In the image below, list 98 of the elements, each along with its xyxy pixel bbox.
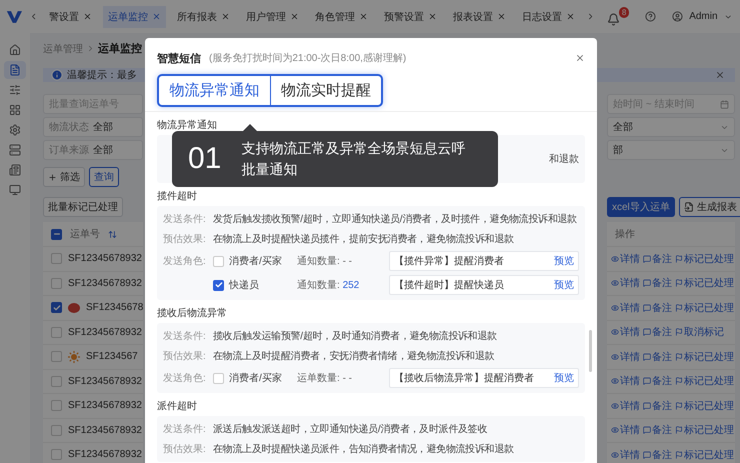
field-label: 发送条件: (163, 213, 207, 226)
role-label: 消费者/买家 (229, 254, 282, 268)
row-action-link[interactable]: 标记已处理 (675, 300, 734, 315)
field-text: 派送后触发派送超时，立即通知快递员/消费者，及时派件及签收 (213, 422, 488, 436)
row-action-link[interactable]: 详情 (611, 448, 640, 462)
notice-text: 温馨提示：最多 (67, 68, 138, 82)
row-action-link[interactable]: 详情 (611, 350, 640, 364)
page-tab[interactable]: 警设置 (44, 6, 98, 28)
count-text: 通知数量: 252 (297, 278, 360, 292)
field-text: 在物流上及时提醒快递员派件，告知消费者情况，避免物流投诉和退款 (213, 442, 514, 456)
waybill-cell: SF12345678932 (68, 449, 142, 460)
preview-link[interactable]: 预览 (554, 254, 574, 268)
waybill-cell: SF12345678932 (68, 376, 142, 387)
breadcrumb-item[interactable]: 运单管理 (43, 42, 83, 56)
row-action-link[interactable]: 备注 (643, 448, 672, 462)
batch-button[interactable]: 批量标记已处理 (43, 197, 123, 217)
dialog-title: 智慧短信 (157, 52, 201, 66)
row-action-link[interactable]: 标记已处理 (675, 423, 734, 438)
field-text: 发货后触发揽收预警/超时，立即通知快递员/消费者，及时揽件，避免物流投诉和退款 (213, 212, 577, 226)
row-action-link[interactable]: 备注 (643, 398, 672, 413)
row-action-link[interactable]: 标记已处理 (675, 350, 734, 364)
row-action-link[interactable]: 备注 (643, 300, 672, 315)
report-button[interactable]: 生成报表 (678, 197, 740, 217)
waybill-cell: SF12345678932 (68, 424, 142, 436)
page-tab[interactable]: 用户管理 (241, 6, 304, 28)
section-title: 揽收后物流异常 (157, 306, 227, 320)
template-field[interactable]: 【揽收后物流异常】提醒消费者 预览 (389, 368, 579, 388)
select-field[interactable]: 全部 (607, 117, 735, 137)
select-field[interactable]: 物流状态 全部 (43, 117, 143, 137)
filter-button[interactable]: 筛选 (43, 167, 85, 187)
row-action-link[interactable]: 标记已处理 (675, 448, 734, 462)
waybill-cell: SF12345678932 (68, 253, 142, 264)
row-action-link[interactable]: 标记已处理 (675, 374, 734, 388)
tooltip-number: 01 (188, 142, 222, 176)
query-button[interactable]: 查询 (89, 167, 119, 187)
preview-link[interactable]: 预览 (554, 371, 574, 385)
dialog-tab[interactable]: 物流异常通知 (159, 76, 270, 105)
field-label: 发送角色: (163, 255, 207, 268)
row-action-link[interactable]: 详情 (611, 300, 640, 315)
field-label: 发送条件: (163, 330, 207, 343)
row-action-link[interactable]: 详情 (611, 252, 640, 266)
role-label: 快递员 (229, 278, 259, 292)
template-field[interactable]: 【揽件异常】提醒消费者 预览 (389, 251, 579, 271)
waybill-cell: SF1234567 (86, 351, 138, 362)
dialog-tab[interactable]: 物流实时提醒 (270, 76, 381, 105)
waybill-cell: SF12345678932 (68, 326, 142, 338)
notification-button[interactable]: 8 (607, 7, 630, 26)
field-label: 预估效果: (163, 443, 207, 456)
page-tab[interactable]: 所有报表 (172, 6, 236, 28)
row-action-link[interactable]: 详情 (611, 398, 640, 413)
section-title: 揽件超时 (157, 190, 197, 203)
field-text: 揽收后触发运输预警/超时，及时通知消费者，避免物流投诉和退款 (213, 330, 497, 343)
column-header: 运单号 (70, 228, 100, 241)
user-name[interactable]: Admin (689, 11, 718, 22)
row-action-link[interactable]: 备注 (643, 252, 672, 266)
field-text: 在物流上及时提醒消费者，安抚消费者情绪，避免物流投诉和退款 (213, 350, 494, 363)
dialog-note: (服务免打扰时间为21:00-次日8:00,感谢理解) (209, 52, 408, 65)
page-tab[interactable]: 报表设置 (448, 6, 512, 28)
page-tab[interactable]: 运单监控 (103, 6, 166, 28)
field-text: 在物流上及时提醒快递员揽件，提前安抚消费者，避免物流投诉和退款 (213, 232, 514, 246)
count-text: 通知数量: - - (297, 254, 354, 268)
select-field[interactable]: 部 (607, 140, 735, 160)
condition-text: 和退款 (549, 152, 579, 166)
column-header: 操作 (615, 228, 635, 241)
field-label: 预估效果: (163, 350, 207, 363)
breadcrumb-item: 运单监控 (98, 42, 142, 56)
section-title: 派件超时 (157, 400, 197, 413)
waybill-cell: SF12345678 (86, 302, 144, 314)
page-tab[interactable]: 日志设置 (517, 6, 580, 28)
role-label: 消费者/买家 (229, 372, 282, 385)
row-action-link[interactable]: 备注 (643, 423, 672, 438)
waybill-cell: SF12345678932 (68, 278, 142, 289)
field-label: 发送角色: (163, 372, 207, 385)
row-action-link[interactable]: 取消标记 (675, 325, 724, 340)
field-label: 预估效果: (163, 233, 207, 246)
waybill-cell: SF12345678932 (68, 400, 142, 412)
row-action-link[interactable]: 详情 (611, 423, 640, 438)
row-action-link[interactable]: 备注 (643, 374, 672, 388)
row-action-link[interactable]: 备注 (643, 276, 672, 290)
row-action-link[interactable]: 标记已处理 (675, 398, 734, 413)
field-label: 发送条件: (163, 423, 207, 436)
tooltip-text: 支持物流正常及异常全场景短息云呼批量通知 (241, 139, 466, 179)
page-tab[interactable]: 预警设置 (379, 6, 442, 28)
page-tab[interactable]: 角色管理 (310, 6, 374, 28)
row-action-link[interactable]: 标记已处理 (675, 252, 734, 266)
count-text: 运单数量: - - (297, 372, 354, 385)
template-field[interactable]: 【揽件超时】提醒快递员 预览 (389, 275, 579, 295)
import-button[interactable]: xcel导入运单 (607, 197, 675, 217)
row-action-link[interactable]: 详情 (611, 325, 640, 340)
preview-link[interactable]: 预览 (554, 278, 574, 292)
row-action-link[interactable]: 详情 (611, 374, 640, 388)
select-field[interactable]: 订单来源 全部 (43, 140, 143, 160)
row-action-link[interactable]: 详情 (611, 276, 640, 290)
section-title: 物流异常通知 (157, 118, 217, 132)
row-action-link[interactable]: 备注 (643, 350, 672, 364)
notification-badge: 8 (618, 7, 630, 18)
row-action-link[interactable]: 备注 (643, 325, 672, 340)
row-action-link[interactable]: 标记已处理 (675, 276, 734, 290)
